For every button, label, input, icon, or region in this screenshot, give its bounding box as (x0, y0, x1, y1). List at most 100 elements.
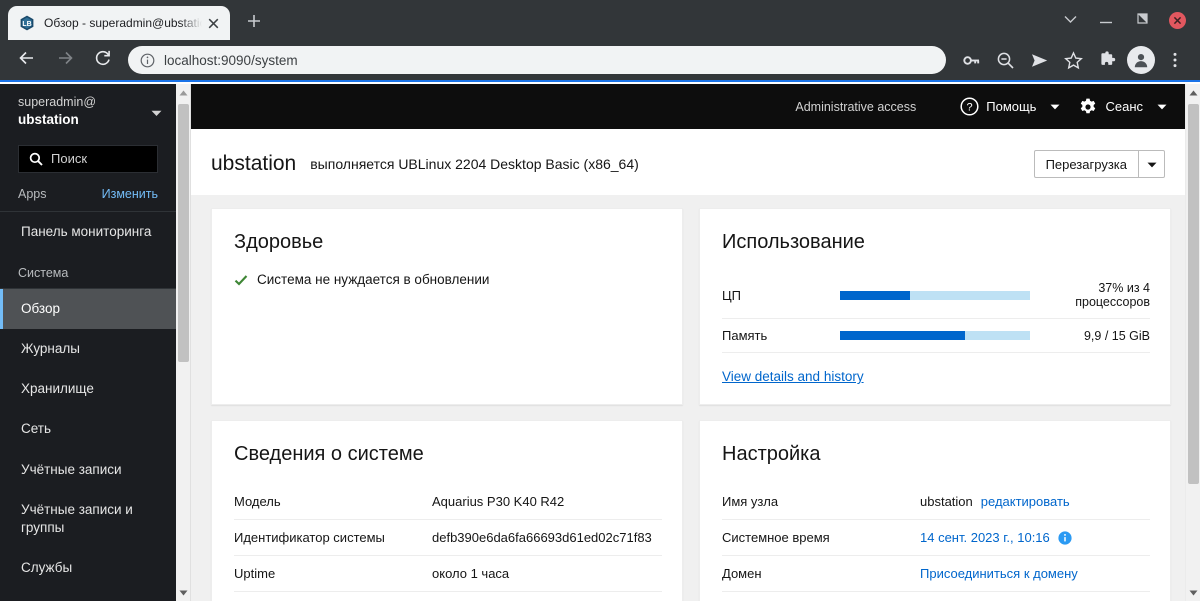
page-subtitle: выполняется UBLinux 2204 Desktop Basic (… (310, 156, 639, 172)
arrow-back-icon (18, 49, 36, 72)
system-id-key: Идентификатор системы (234, 530, 385, 545)
browser-tab-active[interactable]: LB Обзор - superadmin@ubstatio (8, 6, 230, 40)
extensions-puzzle-icon[interactable] (1093, 46, 1121, 74)
cockpit-app: superadmin@ ubstation Поиск Apps Изменит… (0, 84, 1200, 601)
window-close-icon (1168, 11, 1186, 29)
profile-avatar-icon[interactable] (1127, 46, 1155, 74)
sidebar-host-switcher[interactable]: superadmin@ ubstation (0, 84, 176, 141)
sidebar-scrollbar[interactable] (176, 84, 191, 601)
scroll-down-arrow-icon[interactable] (176, 584, 191, 601)
scroll-up-arrow-icon[interactable] (176, 84, 191, 101)
system-model-value: Aquarius P30 K40 R42 (432, 494, 565, 509)
table-row: Идентификатор системы defb390e6da6fa6669… (234, 520, 662, 556)
sidebar-apps-row: Apps Изменить (0, 173, 176, 212)
scroll-down-arrow-icon[interactable] (1186, 584, 1200, 601)
sidebar-item-overview[interactable]: Обзор (0, 288, 176, 329)
browser-toolbar: localhost:9090/system (0, 40, 1200, 82)
usage-card: Использование ЦП 37% из 4 процессоров Па… (699, 208, 1171, 405)
restart-split-button: Перезагрузка (1033, 150, 1165, 178)
sidebar-apps-label: Apps (18, 186, 47, 201)
content-scrollbar-thumb[interactable] (1188, 104, 1199, 484)
administrative-access-label: Administrative access (795, 99, 917, 114)
sidebar: superadmin@ ubstation Поиск Apps Изменит… (0, 84, 176, 601)
table-row: Модель Aquarius P30 K40 R42 (234, 484, 662, 520)
sidebar-item-dashboard[interactable]: Панель мониторинга (0, 212, 176, 252)
domain-key: Домен (722, 566, 762, 581)
restart-dropdown-toggle[interactable] (1139, 150, 1165, 178)
sidebar-item-accounts[interactable]: Учётные записи (0, 450, 176, 490)
system-time-key: Системное время (722, 530, 830, 545)
content-scrollbar[interactable] (1185, 84, 1200, 601)
hostname-value-wrap: ubstation редактировать (920, 494, 1070, 509)
info-badge-icon[interactable] (1058, 530, 1072, 545)
cards-grid: Здоровье Система не нуждается в обновлен… (191, 195, 1185, 601)
usage-label-memory: Память (722, 328, 768, 343)
sidebar-item-services[interactable]: Службы (0, 548, 176, 588)
maximize-button[interactable] (1124, 3, 1160, 37)
sidebar-item-storage[interactable]: Хранилище (0, 369, 176, 409)
hostname-value: ubstation (920, 494, 973, 509)
system-time-link[interactable]: 14 сент. 2023 г., 10:16 (920, 530, 1050, 545)
system-information-card-title: Сведения о системе (234, 443, 424, 465)
health-card: Здоровье Система не нуждается в обновлен… (211, 208, 683, 405)
main-pane: Administrative access ? Помощь Сеанс ubs… (191, 84, 1185, 601)
system-model-key: Модель (234, 494, 281, 509)
table-row: Имя узла ubstation редактировать (722, 484, 1150, 520)
address-bar[interactable]: localhost:9090/system (128, 46, 946, 74)
sidebar-search-wrap: Поиск (0, 141, 176, 173)
sidebar-apps-edit-link[interactable]: Изменить (102, 187, 158, 201)
tab-search-button[interactable] (1052, 3, 1088, 37)
usage-label-cpu: ЦП (722, 287, 741, 303)
close-icon[interactable] (204, 14, 222, 32)
star-icon[interactable] (1059, 46, 1087, 74)
top-navbar: Administrative access ? Помощь Сеанс (191, 84, 1185, 129)
table-row: Системное время 14 сент. 2023 г., 10:16 (722, 520, 1150, 556)
restart-button[interactable]: Перезагрузка (1033, 150, 1139, 178)
back-button[interactable] (12, 45, 42, 75)
help-menu-button[interactable]: ? Помощь (960, 97, 1060, 116)
info-circle-icon[interactable] (140, 53, 155, 68)
caret-down-icon (1147, 155, 1157, 173)
zoom-out-icon[interactable] (991, 46, 1019, 74)
window-close-button[interactable] (1160, 3, 1194, 37)
forward-button[interactable] (50, 45, 80, 75)
system-time-value-wrap: 14 сент. 2023 г., 10:16 (920, 530, 1072, 545)
search-placeholder: Поиск (51, 151, 88, 166)
ublinux-hex-logo-icon: LB (19, 15, 35, 31)
new-tab-button[interactable] (240, 9, 268, 37)
sidebar-item-accounts-and-groups[interactable]: Учётные записи и группы (0, 490, 176, 548)
table-row: Uptime около 1 часа (234, 556, 662, 592)
join-domain-link[interactable]: Присоединиться к домену (920, 566, 1078, 581)
uptime-key: Uptime (234, 566, 276, 581)
usage-progress-cpu (840, 290, 1030, 300)
check-icon (234, 273, 248, 287)
minimize-button[interactable] (1088, 3, 1124, 37)
hostname-edit-link[interactable]: редактировать (981, 494, 1070, 509)
kebab-menu-icon[interactable] (1161, 46, 1189, 74)
reload-button[interactable] (88, 45, 118, 75)
sidebar-username: superadmin@ (18, 95, 97, 109)
arrow-forward-icon (56, 49, 74, 72)
caret-down-icon (151, 104, 162, 122)
table-row: Профиль производительности нет (722, 592, 1150, 601)
page-title: ubstation (211, 152, 297, 175)
sidebar-item-network[interactable]: Сеть (0, 409, 176, 449)
svg-text:LB: LB (22, 21, 31, 28)
system-information-card: Сведения о системе Модель Aquarius P30 K… (211, 420, 683, 601)
send-icon[interactable] (1025, 46, 1053, 74)
usage-progress-cpu-fill (840, 290, 911, 300)
key-icon[interactable] (957, 46, 985, 74)
usage-card-title: Использование (722, 231, 865, 253)
usage-value-cpu: 37% из 4 процессоров (1075, 281, 1150, 309)
caret-down-icon (1157, 104, 1167, 110)
hostname-key: Имя узла (722, 494, 779, 509)
scroll-up-arrow-icon[interactable] (1186, 84, 1200, 101)
configuration-card: Настройка Имя узла ubstation редактирова… (699, 420, 1171, 601)
session-menu-button[interactable]: Сеанс (1078, 97, 1167, 117)
system-id-value: defb390e6da6fa66693d61ed02c71f83 (432, 530, 652, 545)
caret-down-icon (1050, 104, 1060, 110)
view-details-and-history-link[interactable]: View details and history (722, 369, 864, 384)
sidebar-item-logs[interactable]: Журналы (0, 329, 176, 369)
search-input[interactable]: Поиск (18, 144, 158, 173)
sidebar-scrollbar-thumb[interactable] (178, 104, 189, 362)
